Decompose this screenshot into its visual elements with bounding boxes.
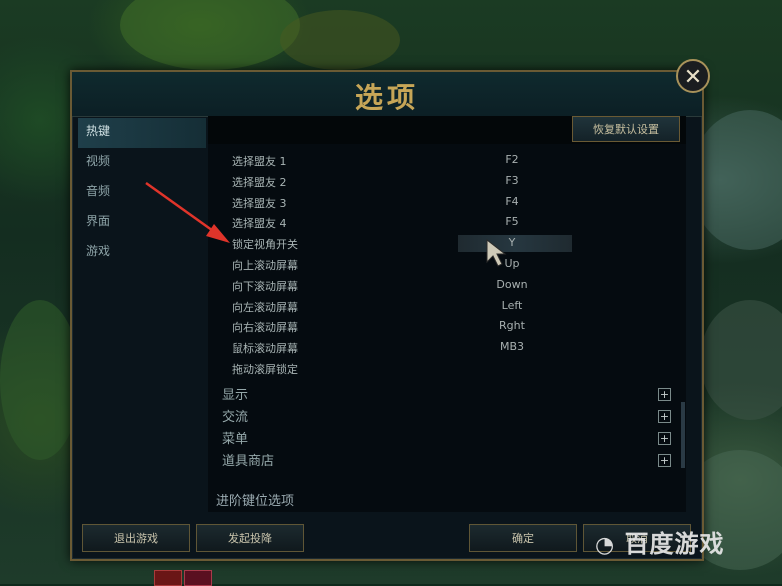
watermark-logo: ◔ 百度游戏 bbox=[595, 530, 725, 558]
watermark-text: 百度游戏 bbox=[624, 530, 725, 558]
mouse-cursor-icon bbox=[486, 238, 507, 267]
annotation-arrow-icon bbox=[145, 181, 230, 243]
hud-skill-icons bbox=[154, 570, 214, 586]
